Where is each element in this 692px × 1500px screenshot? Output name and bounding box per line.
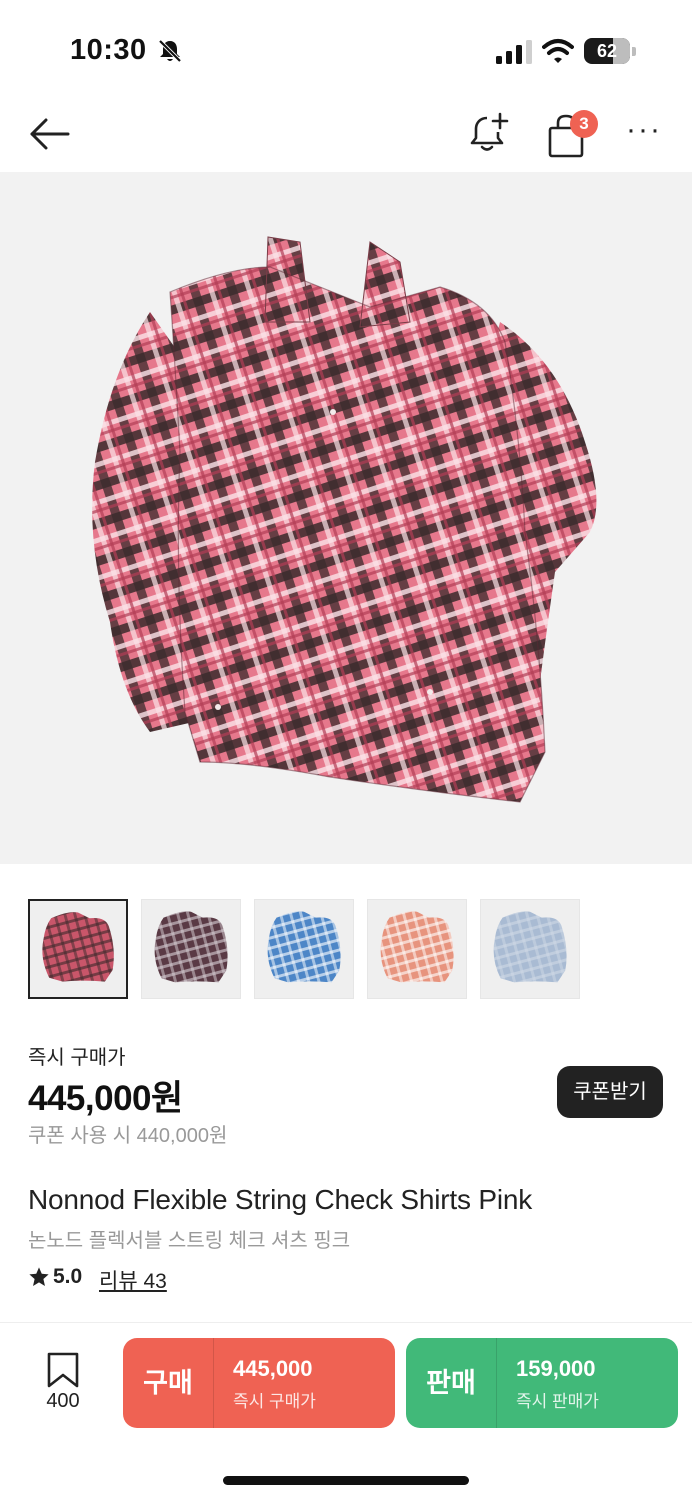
buy-label: 구매 (143, 1368, 193, 1398)
product-main-image[interactable] (0, 172, 692, 864)
thumb-black-image (154, 911, 228, 983)
sell-price: 159,000 (516, 1356, 596, 1381)
star-icon (29, 1267, 49, 1286)
buy-button[interactable]: 구매 445,000 즉시 구매가 (123, 1338, 395, 1428)
thumb-pink-image (42, 912, 114, 982)
coupon-price: 쿠폰 사용 시 440,000원 (28, 1125, 228, 1147)
thumb-blue[interactable] (254, 899, 354, 999)
battery-level: 62 (596, 41, 618, 61)
more-options-icon[interactable]: ··· (624, 115, 664, 148)
sell-label: 판매 (426, 1368, 476, 1398)
get-coupon-button[interactable]: 쿠폰받기 (557, 1066, 663, 1118)
wifi-icon (542, 39, 574, 63)
thumb-pink[interactable] (28, 899, 128, 999)
bell-off-icon (158, 39, 182, 63)
review-link[interactable]: 리뷰 43 (99, 1265, 167, 1295)
bell-plus-icon[interactable] (466, 110, 512, 156)
thumb-lightblue[interactable] (480, 899, 580, 999)
instant-buy-price: 445,000원 (28, 1079, 183, 1118)
cellular-signal-icon (496, 40, 532, 64)
shirt-illustration (92, 236, 597, 803)
thumb-black[interactable] (141, 899, 241, 999)
instant-buy-price-label: 즉시 구매가 (28, 1047, 126, 1069)
product-title: Nonnod Flexible String Check Shirts Pink (28, 1184, 533, 1215)
status-time: 10:30 (70, 34, 147, 66)
bookmark-icon (47, 1352, 79, 1388)
thumb-blue-image (267, 911, 341, 983)
product-subtitle: 논노드 플렉서블 스트링 체크 셔츠 핑크 (28, 1230, 351, 1252)
battery-icon: 62 (584, 38, 636, 64)
buy-price: 445,000 (233, 1356, 313, 1381)
sell-button[interactable]: 판매 159,000 즉시 판매가 (406, 1338, 678, 1428)
shopping-bag-button[interactable]: 3 (544, 110, 598, 160)
sell-sub-label: 즉시 판매가 (516, 1392, 599, 1411)
home-indicator[interactable] (223, 1476, 469, 1485)
thumb-lightblue-image (493, 911, 567, 983)
back-arrow-icon[interactable] (26, 112, 74, 156)
cart-count-badge: 3 (570, 110, 598, 138)
divider (0, 1322, 692, 1323)
bookmark-button[interactable]: 400 (36, 1350, 90, 1418)
status-bar: 10:30 62 (0, 0, 692, 100)
buy-sub-label: 즉시 구매가 (233, 1392, 316, 1411)
thumbnail-strip (28, 899, 668, 999)
thumb-orange-image (380, 911, 454, 983)
thumb-orange[interactable] (367, 899, 467, 999)
nav-bar: 3 ··· (0, 100, 692, 172)
bookmark-count: 400 (46, 1390, 80, 1412)
rating-value: 5.0 (53, 1265, 83, 1288)
